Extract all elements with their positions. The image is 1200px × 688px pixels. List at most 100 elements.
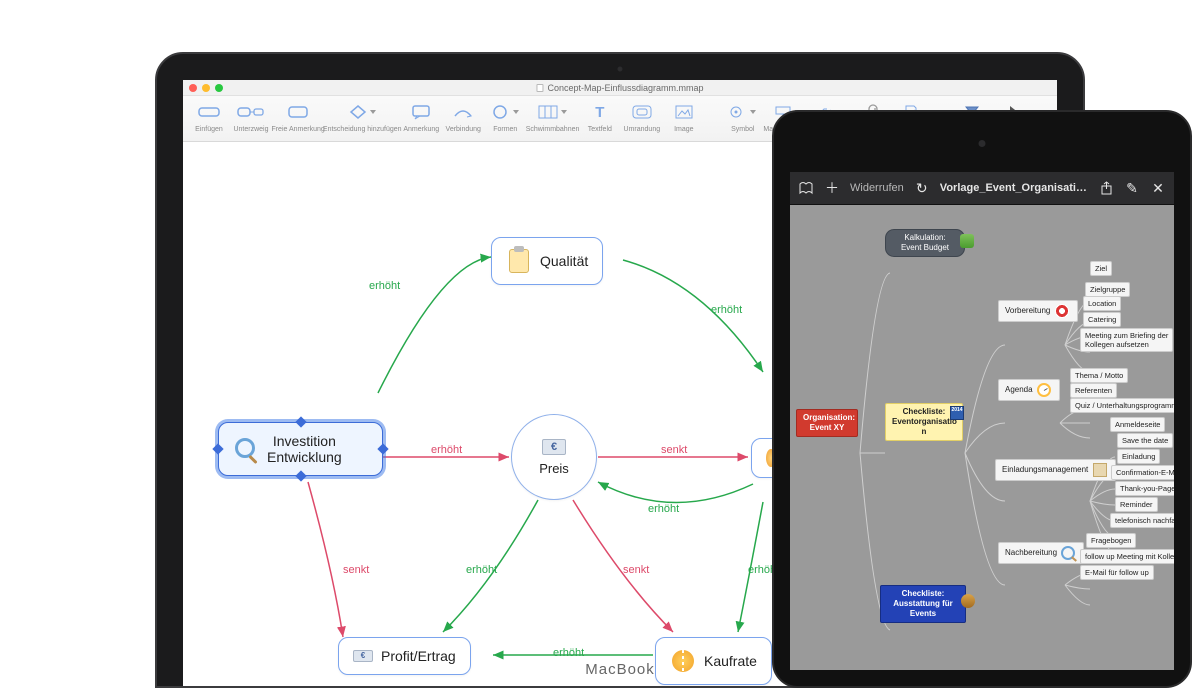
minimize-button[interactable] (202, 84, 210, 92)
border-icon (632, 105, 652, 119)
free-note-icon (288, 104, 308, 120)
node-qualitaet[interactable]: Qualität (491, 237, 603, 285)
node-organisation[interactable]: Organisation: Event XY (796, 409, 858, 437)
tool-border[interactable]: Umrandung (622, 100, 662, 133)
ipad-screen: ＋ Widerrufen ↻ Vorlage_Event_Organisatio… (790, 172, 1174, 670)
undo-button[interactable]: Widerrufen (850, 182, 904, 194)
leaf-thankyou[interactable]: Thank-you-Page (1115, 481, 1174, 496)
window-titlebar: Concept-Map-Einflussdiagramm.mmap (183, 80, 1057, 96)
node-profit[interactable]: € Profit/Ertrag (338, 637, 471, 675)
insert-icon (198, 104, 220, 120)
window-title: Concept-Map-Einflussdiagramm.mmap (547, 83, 703, 93)
close-button[interactable] (189, 84, 197, 92)
tool-symbol[interactable]: Symbol (723, 100, 763, 133)
clipboard-icon (506, 248, 532, 274)
annotation-icon (411, 104, 431, 120)
leaf-meeting[interactable]: Meeting zum Briefing der Kollegen aufset… (1080, 328, 1173, 352)
node-checkliste[interactable]: Checkliste: Eventorganisatio n 2014 (885, 403, 963, 441)
file-icon (536, 84, 543, 92)
decision-icon (349, 104, 367, 120)
node-vorbereitung[interactable]: Vorbereitung (998, 300, 1078, 322)
leaf-ziel[interactable]: Ziel (1090, 261, 1112, 276)
fullscreen-button[interactable] (215, 84, 223, 92)
node-label: Qualität (540, 253, 588, 269)
edge-label: senkt (343, 564, 369, 576)
edge-label: senkt (661, 444, 687, 456)
tool-connection[interactable]: Verbindung (443, 100, 483, 133)
leaf-zielgruppe[interactable]: Zielgruppe (1085, 282, 1130, 297)
leaf-catering[interactable]: Catering (1083, 312, 1121, 327)
node-ausstattung[interactable]: Checkliste: Ausstattung für Events (880, 585, 966, 623)
edge-label: erhöht (553, 647, 584, 659)
node-nachbereitung[interactable]: Nachbereitung (998, 542, 1084, 564)
leaf-telnach[interactable]: telefonisch nachfassen (1110, 513, 1174, 528)
money-icon (960, 234, 974, 248)
edge-label: senkt (623, 564, 649, 576)
leaf-followup[interactable]: follow up Meeting mit Kollegen (1080, 549, 1174, 564)
target-icon (1055, 304, 1069, 318)
node-label: Entwicklung (267, 449, 342, 465)
library-icon[interactable] (798, 180, 814, 196)
camera-dot (979, 140, 986, 147)
edge-label: erhöht (369, 280, 400, 292)
node-kalkulation[interactable]: Kalkulation: Event Budget (885, 229, 965, 257)
add-icon[interactable]: ＋ (824, 180, 840, 196)
node-label: Kaufrate (704, 653, 757, 669)
share-icon[interactable] (1098, 180, 1114, 196)
tool-textfield[interactable]: T Textfeld (580, 100, 620, 133)
node-kaufrate[interactable]: Kaufrate (655, 637, 772, 685)
leaf-savedate[interactable]: Save the date (1117, 433, 1173, 448)
leaf-reminder[interactable]: Reminder (1115, 497, 1158, 512)
edge-label: erhöht (648, 503, 679, 515)
tool-add-decision[interactable]: Entscheidung hinzufügen (325, 100, 399, 133)
traffic-lights (183, 84, 223, 92)
leaf-location[interactable]: Location (1083, 296, 1121, 311)
tool-shapes[interactable]: Formen (485, 100, 525, 133)
leaf-emailfu[interactable]: E-Mail für follow up (1080, 565, 1154, 580)
leaf-confirm[interactable]: Confirmation-E-Mail (1111, 465, 1174, 480)
ipad-toolbar: ＋ Widerrufen ↻ Vorlage_Event_Organisatio… (790, 172, 1174, 205)
reload-icon[interactable]: ↻ (914, 180, 930, 196)
node-einladung[interactable]: Einladungsmanagement (995, 459, 1116, 481)
tool-image[interactable]: Image (664, 100, 704, 133)
node-agenda[interactable]: Agenda (998, 379, 1060, 401)
node-investition[interactable]: Investition Entwicklung (218, 422, 383, 476)
leaf-thema[interactable]: Thema / Motto (1070, 368, 1128, 383)
tool-icon[interactable]: ✎ (1124, 180, 1140, 196)
mail-icon (1093, 463, 1107, 477)
edge-label: erhöht (466, 564, 497, 576)
symbol-icon (729, 105, 747, 119)
clock-icon (1037, 383, 1051, 397)
edge-label: erhöht (431, 444, 462, 456)
leaf-fragebogen[interactable]: Fragebogen (1086, 533, 1136, 548)
tool-insert[interactable]: Einfügen (189, 100, 229, 133)
leaf-anmeldeseite[interactable]: Anmeldeseite (1110, 417, 1165, 432)
close-icon[interactable]: ✕ (1150, 180, 1166, 196)
calendar-icon: 2014 (950, 406, 964, 420)
road-icon (670, 648, 696, 674)
tool-annotation[interactable]: Anmerkung (401, 100, 441, 133)
subtopic-icon (237, 104, 265, 120)
camera-dot (617, 66, 623, 72)
tool-free-note[interactable]: Freie Anmerkung (273, 100, 323, 133)
leaf-referenten[interactable]: Referenten (1070, 383, 1117, 398)
tool-swimlanes[interactable]: Schwimmbahnen (527, 100, 578, 133)
ipad-filename: Vorlage_Event_Organisation_mit_Budget_Ka… (940, 182, 1088, 194)
ipad-frame: ＋ Widerrufen ↻ Vorlage_Event_Organisatio… (772, 110, 1192, 688)
node-label: Profit/Ertrag (381, 648, 456, 664)
euro-icon: € (542, 439, 566, 455)
text-icon: T (595, 104, 604, 121)
device-label: MacBook (585, 661, 655, 678)
connection-icon (452, 104, 474, 120)
tool-subtopic[interactable]: Unterzweig (231, 100, 271, 133)
shapes-icon (492, 104, 510, 120)
euro-icon: € (353, 650, 373, 662)
leaf-einladung2[interactable]: Einladung (1117, 449, 1160, 464)
magnifier-icon (1061, 546, 1075, 560)
image-icon (675, 105, 693, 119)
leaf-quiz[interactable]: Quiz / Unterhaltungsprogramm (1070, 398, 1174, 413)
tools-icon (961, 594, 975, 608)
edge-label: erhöht (711, 304, 742, 316)
node-preis[interactable]: € Preis (511, 414, 597, 500)
swimlanes-icon (538, 105, 558, 119)
